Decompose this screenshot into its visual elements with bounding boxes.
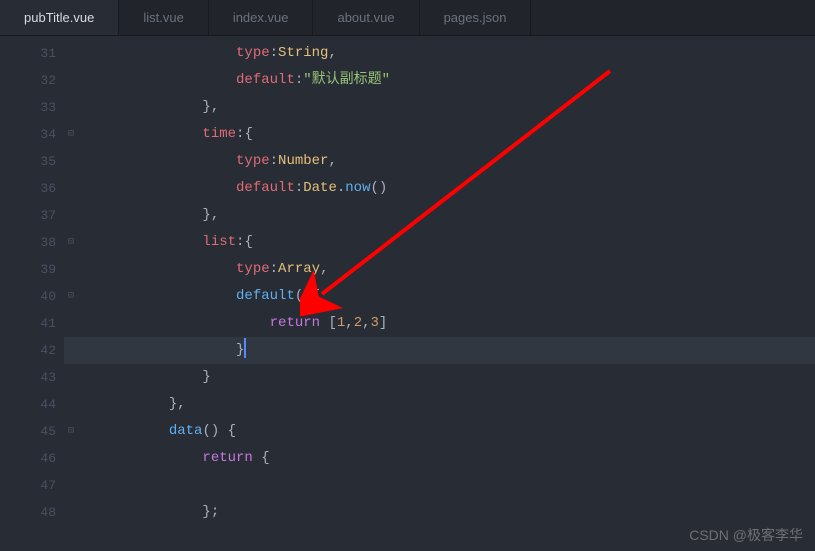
text-cursor [244,338,246,358]
tab-label: pages.json [444,10,507,25]
code-line: return { [64,445,815,472]
tab-label: about.vue [337,10,394,25]
line-number: 44 [0,391,64,418]
code-line: default:Date.now() [64,175,815,202]
tab-label: pubTitle.vue [24,10,94,25]
code-line: type:Number, [64,148,815,175]
line-number: 33 [0,94,64,121]
tab-label: list.vue [143,10,183,25]
line-number: 41 [0,310,64,337]
code-line: }, [64,94,815,121]
code-line: } [64,364,815,391]
line-number: 48 [0,499,64,526]
line-number: 38⊟ [0,229,64,256]
code-line: }; [64,499,815,526]
code-line: data() { [64,418,815,445]
code-line: type:Array, [64,256,815,283]
tab-index[interactable]: index.vue [209,0,314,35]
line-number: 45⊟ [0,418,64,445]
code-line: return [1,2,3] [64,310,815,337]
code-area[interactable]: type:String, default:"默认副标题" }, time:{ t… [64,36,815,551]
code-line: default:"默认副标题" [64,67,815,94]
line-number: 36 [0,175,64,202]
line-number-gutter: 31 32 33 34⊟ 35 36 37 38⊟ 39 40⊟ 41 42 4… [0,36,64,551]
line-number: 37 [0,202,64,229]
tab-bar: pubTitle.vue list.vue index.vue about.vu… [0,0,815,36]
tab-list[interactable]: list.vue [119,0,208,35]
code-editor[interactable]: 31 32 33 34⊟ 35 36 37 38⊟ 39 40⊟ 41 42 4… [0,36,815,551]
tab-pages[interactable]: pages.json [420,0,532,35]
code-line: time:{ [64,121,815,148]
line-number: 32 [0,67,64,94]
code-line: list:{ [64,229,815,256]
line-number: 39 [0,256,64,283]
code-line-current: } [64,337,815,364]
line-number: 35 [0,148,64,175]
code-line: type:String, [64,40,815,67]
watermark: CSDN @极客李华 [689,525,803,545]
tab-label: index.vue [233,10,289,25]
code-line [64,472,815,499]
tab-about[interactable]: about.vue [313,0,419,35]
line-number: 40⊟ [0,283,64,310]
line-number: 31 [0,40,64,67]
code-line: }, [64,202,815,229]
code-line: default(){ [64,283,815,310]
tab-pubtitle[interactable]: pubTitle.vue [0,0,119,35]
code-line: }, [64,391,815,418]
line-number: 42 [0,337,64,364]
line-number: 34⊟ [0,121,64,148]
line-number: 43 [0,364,64,391]
line-number: 46 [0,445,64,472]
line-number: 47 [0,472,64,499]
